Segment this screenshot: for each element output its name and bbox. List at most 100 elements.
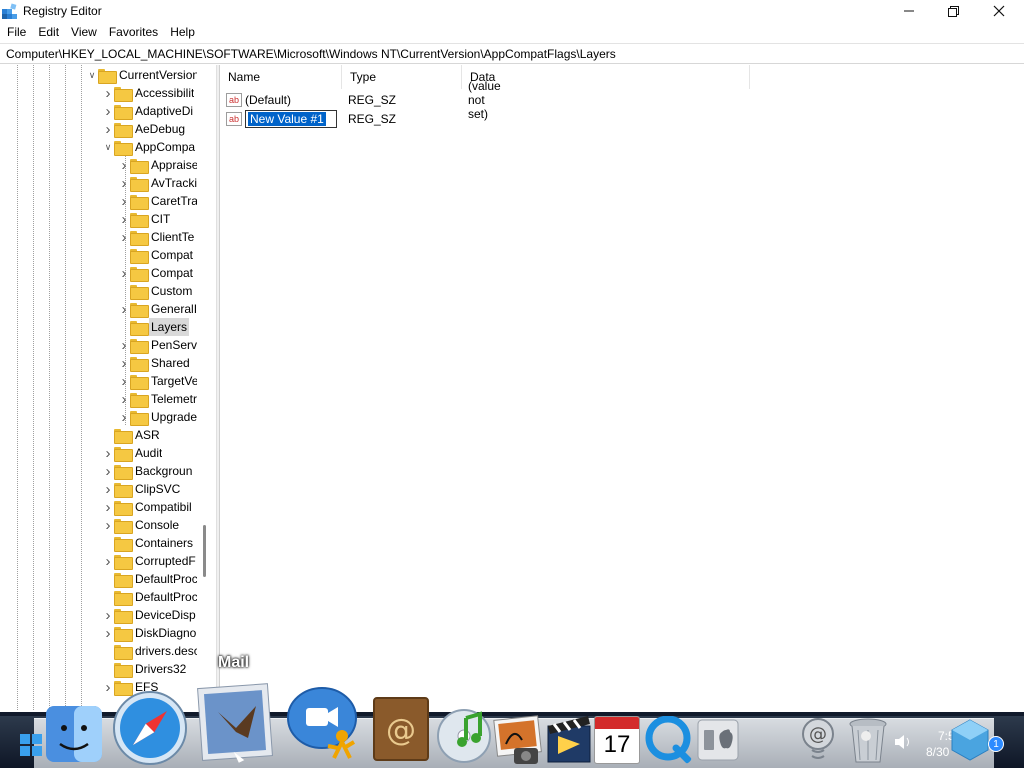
tree-node[interactable]: › CIT: [118, 210, 170, 228]
chevron-right-icon[interactable]: ›: [118, 228, 130, 246]
tree-node[interactable]: › Shared: [118, 354, 190, 372]
chevron-right-icon[interactable]: ›: [102, 102, 114, 120]
chevron-right-icon[interactable]: ›: [102, 84, 114, 102]
tree-node[interactable]: › CaretTra: [118, 192, 197, 210]
chevron-right-icon[interactable]: ›: [102, 120, 114, 138]
tree-node[interactable]: › TargetVe: [118, 372, 197, 390]
boot-camp-icon[interactable]: [696, 718, 740, 762]
ichat-icon[interactable]: [284, 684, 362, 764]
chevron-right-icon[interactable]: ›: [118, 372, 130, 390]
tree-node[interactable]: › DiskDiagno: [102, 624, 196, 642]
finder-icon[interactable]: [44, 704, 104, 764]
chevron-right-icon[interactable]: ›: [118, 174, 130, 192]
notification-badge[interactable]: 1: [988, 736, 1004, 752]
tree-node[interactable]: DefaultProc: [102, 588, 197, 606]
menu-help[interactable]: Help: [164, 22, 201, 42]
column-header-name[interactable]: Name: [220, 65, 342, 89]
tree-node[interactable]: Compat: [118, 246, 193, 264]
tree-node[interactable]: Containers: [102, 534, 193, 552]
menu-edit[interactable]: Edit: [32, 22, 65, 42]
tree-vertical-scrollbar[interactable]: [203, 525, 206, 577]
value-row[interactable]: ab (Default) REG_SZ (value not set): [226, 79, 501, 121]
chevron-right-icon[interactable]: ›: [102, 444, 114, 462]
chevron-right-icon[interactable]: ›: [102, 552, 114, 570]
cube-app-icon[interactable]: [948, 716, 992, 764]
column-header-type[interactable]: Type: [342, 65, 462, 89]
registry-tree[interactable]: ∨ CurrentVersion › Accessibilit › AdaptiveDi ›…: [0, 65, 216, 710]
iphoto-icon[interactable]: [492, 714, 544, 766]
tree-node[interactable]: › Backgroun: [102, 462, 192, 480]
chevron-right-icon[interactable]: ›: [102, 606, 114, 624]
close-button[interactable]: [976, 0, 1022, 22]
column-header-data[interactable]: Data: [462, 65, 750, 89]
menu-file[interactable]: File: [1, 22, 32, 42]
chevron-right-icon[interactable]: ›: [102, 480, 114, 498]
imovie-icon[interactable]: [544, 712, 594, 766]
tree-node[interactable]: › Audit: [102, 444, 162, 462]
tree-node[interactable]: ∨ CurrentVersion: [86, 66, 197, 84]
tree-node[interactable]: › Compat: [118, 264, 193, 282]
windows-logo-icon: [32, 734, 42, 744]
tree-node[interactable]: ∨ AppCompa: [102, 138, 195, 156]
chevron-right-icon[interactable]: ›: [118, 300, 130, 318]
tree-node[interactable]: Drivers32: [102, 660, 186, 678]
address-book-icon[interactable]: @: [370, 696, 432, 764]
chevron-right-icon[interactable]: ›: [118, 210, 130, 228]
tree-node-label: Compat: [151, 266, 194, 280]
tree-node[interactable]: › ClientTe: [118, 228, 194, 246]
tree-node[interactable]: › AvTracki: [118, 174, 197, 192]
folder-icon: [130, 230, 149, 246]
menu-favorites[interactable]: Favorites: [103, 22, 164, 42]
itunes-icon[interactable]: [436, 708, 492, 764]
chevron-right-icon[interactable]: ›: [102, 624, 114, 642]
chevron-right-icon[interactable]: ›: [102, 462, 114, 480]
folder-icon: [130, 194, 149, 210]
chevron-right-icon[interactable]: ›: [102, 516, 114, 534]
chevron-right-icon[interactable]: ›: [118, 264, 130, 282]
ical-icon[interactable]: 17: [594, 716, 640, 764]
chevron-right-icon[interactable]: ›: [118, 192, 130, 210]
tree-node[interactable]: › ClipSVC: [102, 480, 180, 498]
chevron-right-icon[interactable]: ›: [102, 498, 114, 516]
tree-node[interactable]: › GeneralI: [118, 300, 197, 318]
tree-node[interactable]: › Telemetr: [118, 390, 197, 408]
tree-node[interactable]: › PenServ: [118, 336, 197, 354]
tree-node[interactable]: Layers: [118, 318, 190, 336]
chevron-right-icon[interactable]: ›: [118, 156, 130, 174]
tree-node[interactable]: › Accessibilit: [102, 84, 194, 102]
tree-node[interactable]: DefaultProc: [102, 570, 197, 588]
chevron-right-icon[interactable]: ›: [118, 390, 130, 408]
trash-icon[interactable]: [846, 716, 890, 766]
folder-icon: [130, 284, 149, 300]
volume-icon[interactable]: [894, 734, 912, 753]
menu-view[interactable]: View: [65, 22, 103, 42]
network-icon[interactable]: @: [796, 716, 840, 766]
safari-icon[interactable]: [112, 690, 188, 766]
tree-node[interactable]: › CorruptedF: [102, 552, 196, 570]
tree-node[interactable]: › Upgrade: [118, 408, 197, 426]
chevron-right-icon[interactable]: ›: [118, 336, 130, 354]
chevron-right-icon[interactable]: ›: [118, 354, 130, 372]
minimize-button[interactable]: [886, 0, 932, 22]
rename-input[interactable]: New Value #1: [245, 109, 337, 128]
restore-button[interactable]: [930, 0, 976, 22]
tree-node[interactable]: › AeDebug: [102, 120, 185, 138]
tree-node[interactable]: ASR: [102, 426, 160, 444]
address-bar[interactable]: Computer\HKEY_LOCAL_MACHINE\SOFTWARE\Mic…: [0, 43, 1024, 64]
tree-node[interactable]: › Compatibil: [102, 498, 192, 516]
chevron-right-icon[interactable]: ›: [118, 408, 130, 426]
start-button[interactable]: [20, 734, 42, 756]
values-pane[interactable]: Name Type Data ab (Default) REG_SZ (valu…: [220, 65, 1024, 710]
quicktime-icon[interactable]: [644, 716, 692, 764]
tree-node[interactable]: › Console: [102, 516, 179, 534]
tree-node[interactable]: › Appraise: [118, 156, 197, 174]
chevron-down-icon[interactable]: ∨: [102, 138, 114, 156]
tree-node[interactable]: › AdaptiveDi: [102, 102, 193, 120]
tree-node[interactable]: › DeviceDisp: [102, 606, 196, 624]
value-row[interactable]: ab New Value #1 REG_SZ: [226, 109, 396, 128]
tree-node[interactable]: drivers.desc: [102, 642, 197, 660]
tree-node[interactable]: Custom: [118, 282, 192, 300]
chevron-down-icon[interactable]: ∨: [86, 66, 98, 84]
